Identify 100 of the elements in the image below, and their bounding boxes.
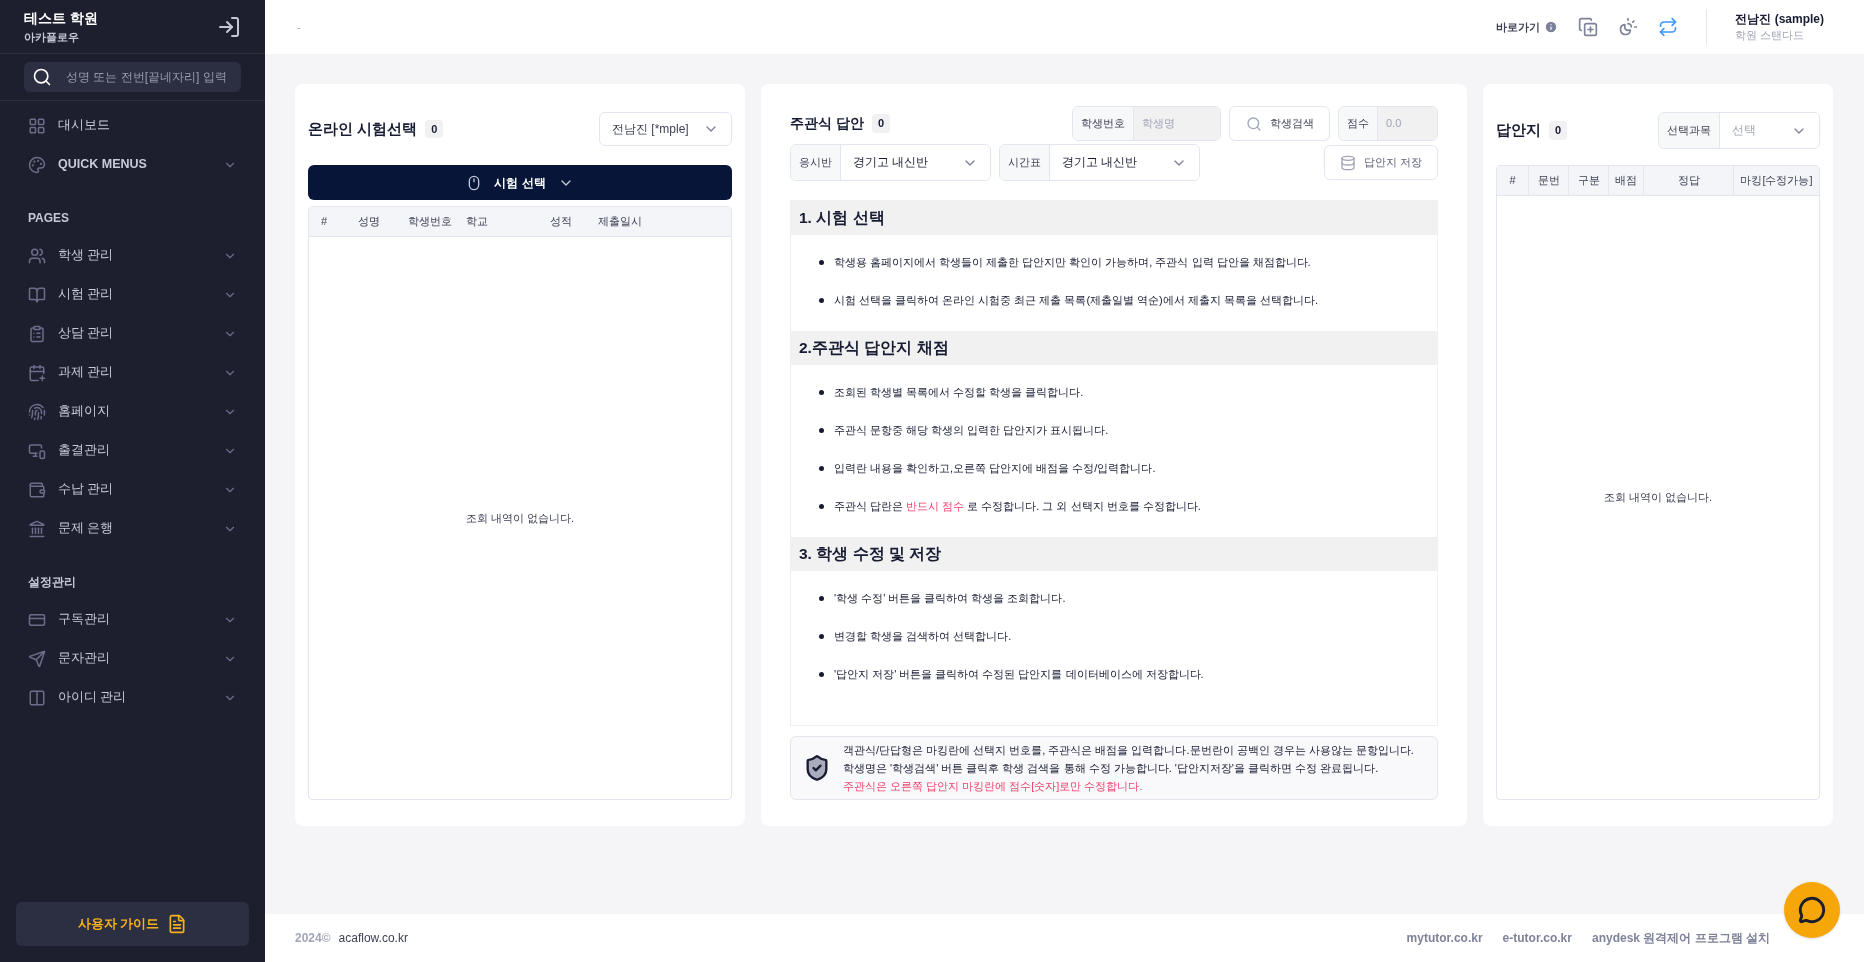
sidebar-label: 출결관리	[58, 442, 110, 460]
sidebar-label: 과제 관리	[58, 364, 114, 382]
sidebar-label: QUICK MENUS	[58, 156, 147, 174]
sidebar-item[interactable]: QUICK MENUS	[0, 148, 265, 181]
column-header: 학생번호	[407, 214, 453, 230]
notice-text: 주관식은 오른쪽 답안지 마킹란에 점수[숫자]로만 수정합니다.	[843, 779, 1144, 794]
sidebar-item[interactable]: 문자관리	[0, 642, 265, 675]
sidebar-label: 문제 은행	[58, 520, 114, 538]
footer-link[interactable]: e-tutor.co.kr	[1502, 929, 1572, 947]
guide-text: 주관식 문항중 해당 학생의 입력한 답안지가 표시됩니다.	[834, 423, 1109, 437]
sidebar-label: 시험 관리	[58, 286, 114, 304]
sidebar-label: 아이디 관리	[58, 689, 127, 707]
sidebar-label: 상담 관리	[58, 325, 114, 343]
student-search-button[interactable]: 학생검색	[1229, 106, 1330, 141]
people-icon	[28, 246, 46, 265]
sidebar-item[interactable]: 학생 관리	[0, 239, 265, 272]
count-badge: 0	[425, 119, 444, 139]
sidebar-label: 구독관리	[58, 611, 110, 629]
sidebar-item[interactable]: 구독관리	[0, 603, 265, 636]
sidebar-item[interactable]: 과제 관리	[0, 356, 265, 389]
column-header: 정답	[1644, 166, 1734, 195]
sidebar-item[interactable]: 상담 관리	[0, 317, 265, 350]
column-header: #	[1497, 166, 1529, 195]
footer-link[interactable]: anydesk 원격제어 프로그램 설치	[1591, 929, 1770, 947]
guide-text: 조회된 학생별 목록에서 수정할 학생을 클릭합니다.	[834, 385, 1084, 399]
paper-plane-icon	[28, 649, 46, 668]
column-header: 성명	[357, 214, 381, 230]
guide-text: 입력란 내용을 확인하고,오른쪽 답안지에 배점을 수정/입력합니다.	[834, 461, 1156, 475]
breadcrumb: -	[297, 19, 301, 35]
select-value: 경기고 내신반	[1062, 154, 1138, 170]
select-field[interactable]: 시간표 경기고 내신반	[999, 144, 1200, 181]
section-title: 설정관리	[27, 574, 77, 591]
clipboard-icon	[28, 324, 46, 343]
guide-heading: 1. 시험 선택	[791, 201, 1437, 235]
sidebar-item[interactable]: 대시보드	[0, 109, 265, 142]
search-field[interactable]: 성명 또는 전번[끝네자리] 입력	[24, 62, 241, 92]
notice-text: 객관식/단답형은 마킹란에 선택지 번호를, 주관식은 배점을 입력합니다.문번란이 공백인 경우는 사용않는 문항입니다.	[843, 743, 1414, 758]
panel-title: 온라인 시험선택	[308, 118, 418, 139]
fingerprint-icon	[28, 402, 46, 421]
empty-message: 조회 내역이 없습니다.	[1603, 490, 1713, 506]
save-answer-button[interactable]: 답안지 저장	[1324, 145, 1438, 180]
column-header: 문번	[1529, 166, 1569, 195]
guide-text: 학생용 홈페이지에서 학생들이 제출한 답안지만 확인이 가능하며, 주관식 입력 답안을 채점합니다.	[834, 255, 1311, 269]
user-name: 전남진 (sample)	[1735, 11, 1824, 29]
search-icon	[1245, 115, 1262, 132]
theme-icon[interactable]	[1618, 17, 1639, 37]
site-link[interactable]: acaflow.co.kr	[338, 929, 408, 947]
logout-icon[interactable]	[217, 14, 241, 39]
document-icon	[167, 914, 188, 934]
sidebar-item[interactable]: 수납 관리	[0, 473, 265, 506]
panels-icon	[28, 688, 46, 707]
column-header: 마킹[수정가능]	[1739, 173, 1814, 189]
select-value: 경기고 내신반	[853, 154, 929, 170]
select-field[interactable]: 선택과목 선택	[1658, 112, 1820, 149]
sidebar-label: 수납 관리	[58, 481, 114, 499]
sidebar-item[interactable]: 시험 관리	[0, 278, 265, 311]
sidebar-label: 홈페이지	[58, 403, 110, 421]
search-icon	[32, 67, 52, 87]
guide-text: 주관식 답란은 반드시 점수 로 수정합니다. 그 외 선택지 번호를 수정합니다.	[834, 499, 1201, 513]
grid-icon	[28, 116, 46, 135]
panel-title: 답안지	[1496, 120, 1541, 141]
chat-icon	[1798, 896, 1826, 924]
column-header: 배점	[1609, 166, 1644, 195]
field-label: 선택과목	[1659, 113, 1720, 148]
sidebar-label: 대시보드	[58, 117, 110, 135]
exam-select-button[interactable]: 시험 선택	[308, 165, 732, 200]
count-badge: 0	[871, 114, 890, 133]
column-header: 구분	[1569, 166, 1609, 195]
field-label: 시간표	[1000, 145, 1050, 180]
sidebar-item[interactable]: 출결관리	[0, 434, 265, 467]
chat-button[interactable]	[1784, 882, 1840, 938]
guide-heading: 2.주관식 답안지 채점	[791, 331, 1437, 365]
sidebar-item[interactable]: 홈페이지	[0, 395, 265, 428]
guide-text: 시험 선택을 클릭하여 온라인 시험중 최근 제출 목록(제출일별 역순)에서 제출지 목록을 선택합니다.	[834, 293, 1318, 307]
user-guide-button[interactable]: 사용자 가이드	[16, 902, 249, 946]
sidebar-item[interactable]: 아이디 관리	[0, 681, 265, 714]
copyright: 2024©	[295, 930, 331, 947]
sidebar-item[interactable]: 문제 은행	[0, 512, 265, 545]
notice-text: 학생명은 '학생검색' 버튼 클릭후 학생 검색을 통해 수정 가능합니다. '답안지저장'을 클릭하면 수정 완료됩니다.	[843, 761, 1380, 776]
user-plan: 학원 스탠다드	[1735, 28, 1806, 44]
guide-heading: 3. 학생 수정 및 저장	[791, 537, 1437, 571]
brand-subtitle: 아카플로우	[24, 29, 80, 45]
panel-title: 주관식 답안	[790, 114, 864, 133]
calendar-icon	[28, 363, 46, 382]
copy-icon[interactable]	[1578, 17, 1599, 37]
palette-icon	[28, 155, 46, 174]
refresh-icon[interactable]	[1658, 17, 1679, 37]
select-field[interactable]: 응시반 경기고 내신반	[790, 144, 991, 181]
sidebar-label: 문자관리	[58, 650, 110, 668]
footer-link[interactable]: mytutor.co.kr	[1406, 929, 1483, 947]
bank-icon	[28, 519, 46, 538]
column-header: 성적	[549, 214, 573, 230]
shortcut-link[interactable]: 바로가기	[1496, 18, 1541, 36]
sidebar-label: 학생 관리	[58, 247, 114, 265]
guide-text: '답안지 저장' 버튼을 클릭하여 수정된 답안지를 데이터베이스에 저장합니다.	[834, 667, 1204, 681]
teacher-select[interactable]: 전남진 [*mple]	[599, 112, 732, 146]
column-header: #	[320, 214, 329, 230]
select-placeholder: 선택	[1732, 122, 1756, 138]
guide-text: '학생 수정' 버튼을 클릭하여 학생을 조회합니다.	[834, 591, 1066, 605]
section-title: PAGES	[27, 210, 71, 227]
